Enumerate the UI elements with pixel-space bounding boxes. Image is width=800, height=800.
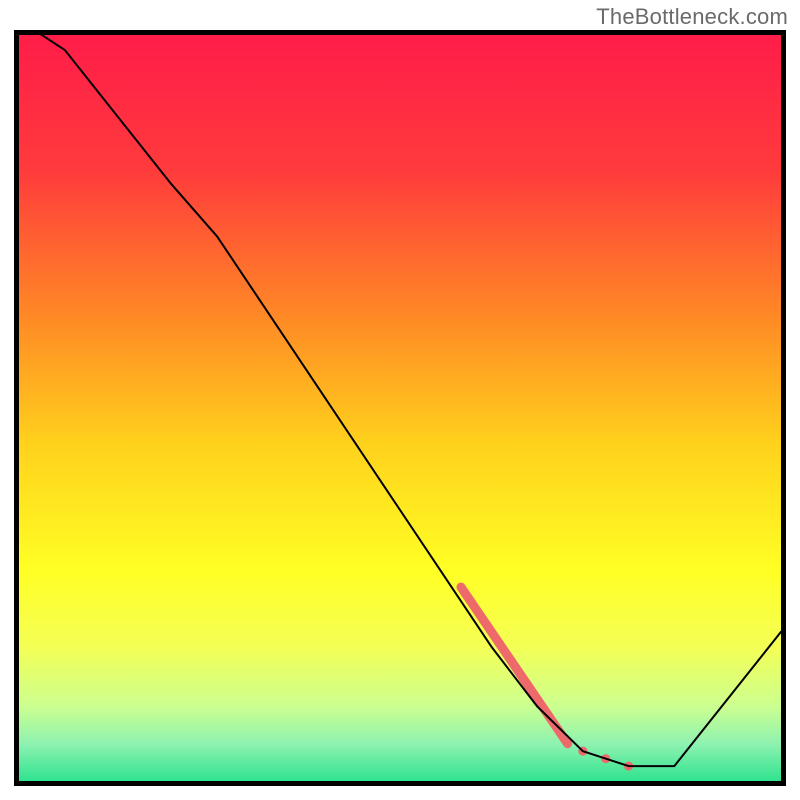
chart-lines [19,35,781,781]
watermark-text: TheBottleneck.com [596,4,788,30]
chart-container [14,30,786,786]
bottleneck-curve [19,35,781,766]
